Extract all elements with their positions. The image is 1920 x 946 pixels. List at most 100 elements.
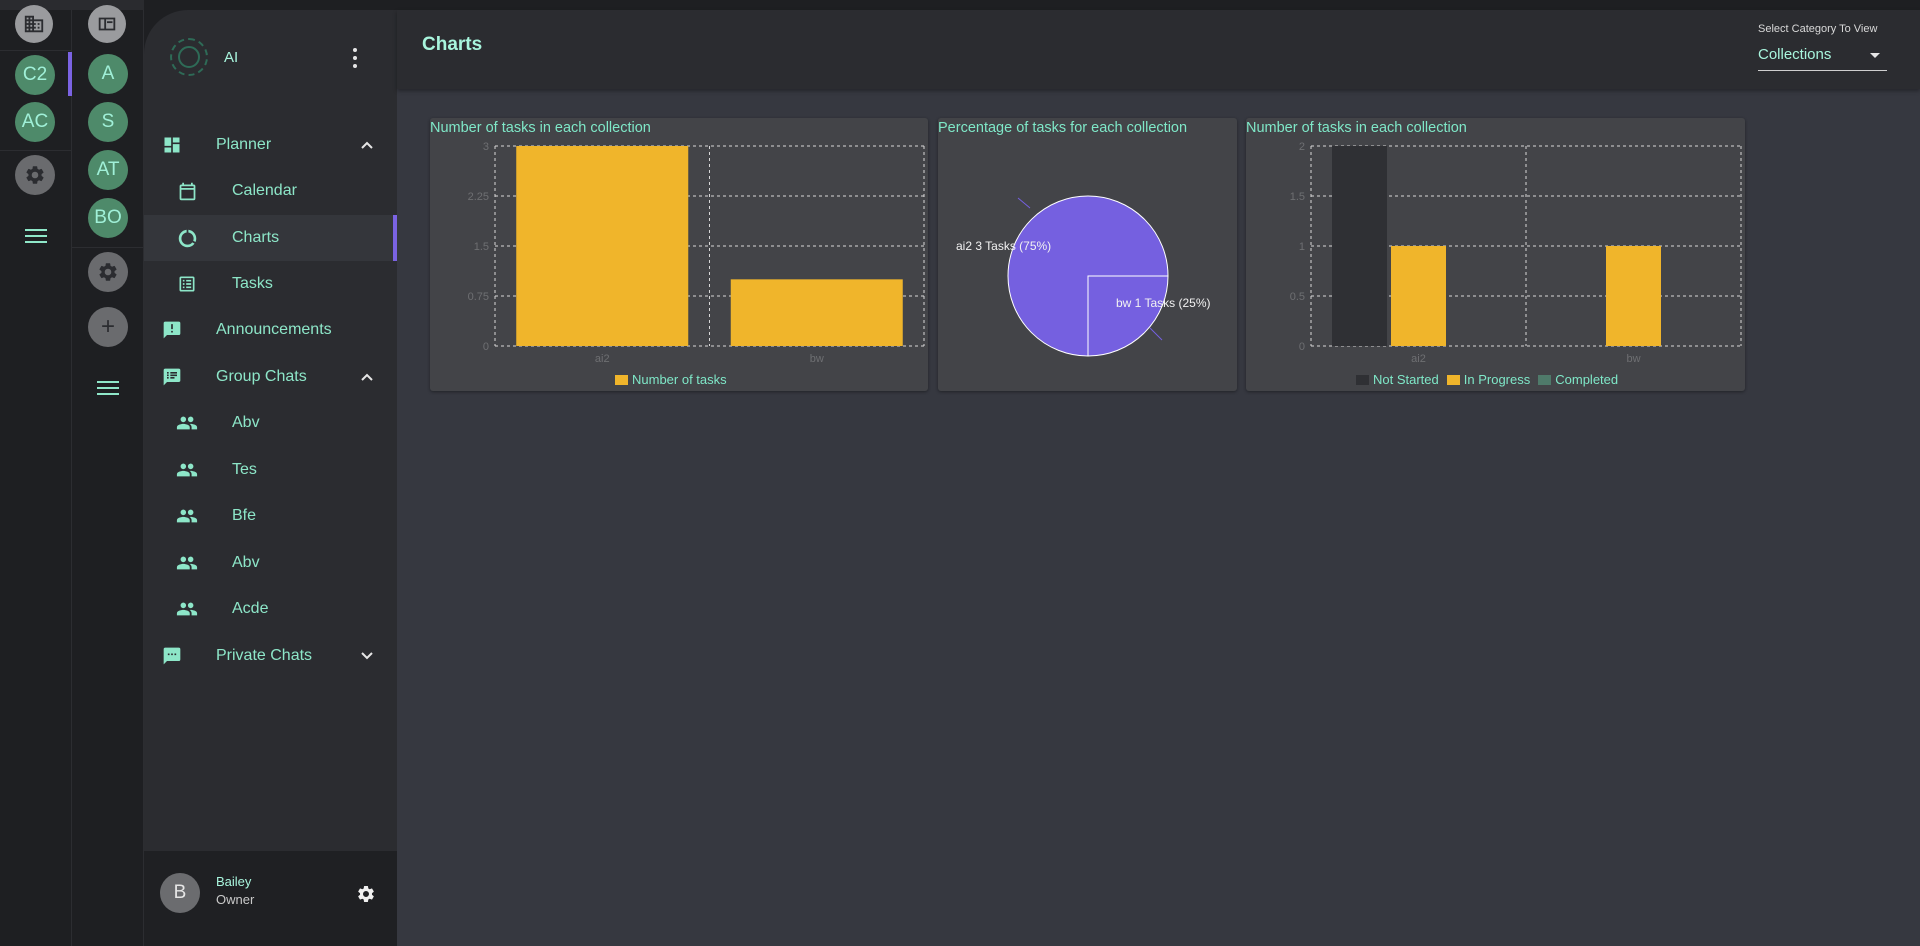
nav-calendar[interactable]: Calendar <box>144 168 397 214</box>
y-tick-label: 1.5 <box>474 241 489 253</box>
user-name: Bailey <box>216 874 252 889</box>
org-avatar-c2[interactable]: C2 <box>15 55 55 95</box>
chart-card-percentage: Percentage of tasks for each collection … <box>938 118 1237 391</box>
legend-label: Number of tasks <box>632 372 727 387</box>
y-tick-label: 0.75 <box>468 291 489 303</box>
nav-group-chats[interactable]: Group Chats <box>144 354 397 400</box>
category-select-label: Select Category To View <box>1758 23 1878 35</box>
group-chat-item[interactable]: Bfe <box>144 493 397 539</box>
nav-label: Charts <box>232 229 280 246</box>
x-tick-label: ai2 <box>595 353 610 365</box>
chart-card-status-per-collection: Number of tasks in each collection 0 0.5 1… <box>1246 118 1745 391</box>
y-tick-label: 0.5 <box>1290 291 1305 303</box>
x-tick-label: bw <box>810 353 824 365</box>
chevron-down-icon[interactable] <box>360 649 374 663</box>
calendar-icon <box>176 180 198 202</box>
bar-not-started-ai2 <box>1332 146 1387 346</box>
group-initials: S <box>101 111 115 132</box>
nav-announcements[interactable]: Announcements <box>144 307 397 353</box>
pie-leader-line <box>1017 197 1031 209</box>
announcement-icon <box>161 319 183 341</box>
org-initials: AC <box>21 111 49 132</box>
nav-label: Group Chats <box>216 368 307 385</box>
group-chat-item[interactable]: Abv <box>144 400 397 446</box>
y-tick-label: 0 <box>1299 341 1305 353</box>
y-tick-label: 1.5 <box>1290 191 1305 203</box>
group-avatar-bo[interactable]: BO <box>88 198 128 238</box>
nav-label: Abv <box>232 554 260 571</box>
forum-icon <box>161 366 183 388</box>
pie-slice-label: bw 1 Tasks (25%) <box>1116 296 1210 310</box>
group-chat-item[interactable]: Acde <box>144 586 397 632</box>
legend-swatch <box>615 374 628 385</box>
bar-in-progress-ai2 <box>1391 246 1446 346</box>
chevron-up-icon[interactable] <box>360 370 374 384</box>
group-chat-item[interactable]: Tes <box>144 447 397 493</box>
nav-private-chats[interactable]: Private Chats <box>144 633 397 679</box>
y-tick-label: 3 <box>483 141 489 153</box>
people-icon <box>176 552 198 574</box>
x-tick-label: bw <box>1626 353 1640 365</box>
plus-icon[interactable]: + <box>88 307 128 347</box>
people-icon <box>176 412 198 434</box>
gear-icon[interactable] <box>88 252 128 292</box>
legend-swatch <box>1538 374 1552 385</box>
chart-legend: Number of tasks <box>607 372 727 387</box>
gear-icon[interactable] <box>356 884 376 904</box>
group-initials: BO <box>94 207 122 228</box>
gear-icon[interactable] <box>15 155 55 195</box>
people-icon <box>176 598 198 620</box>
x-tick-label: ai2 <box>1411 353 1426 365</box>
more-options-icon[interactable] <box>350 48 360 68</box>
org-initials: C2 <box>22 64 48 85</box>
y-tick-label: 2 <box>1299 141 1305 153</box>
nav-label: Bfe <box>232 507 257 524</box>
nav-label: Calendar <box>232 182 297 199</box>
sidebar: AI Planner Calendar Charts Tasks Announc… <box>144 10 397 946</box>
bar-number-of-tasks-ai2 <box>516 146 689 346</box>
user-panel: B Bailey Owner <box>144 851 397 946</box>
pie-slice-bw <box>1087 275 1169 357</box>
nav-label: Private Chats <box>216 647 313 664</box>
sidebar-toggle-icon[interactable] <box>88 5 126 43</box>
menu-icon[interactable] <box>25 229 47 245</box>
avatar[interactable]: B <box>160 873 200 913</box>
category-select[interactable]: Collections <box>1758 43 1887 71</box>
group-initials: A <box>101 63 115 84</box>
group-avatar-s[interactable]: S <box>88 102 128 142</box>
chevron-up-icon[interactable] <box>360 138 374 152</box>
group-rail: A S AT BO + <box>68 0 144 946</box>
legend-label: Not Started <box>1373 372 1439 387</box>
org-avatar-ac[interactable]: AC <box>15 102 55 142</box>
building-icon[interactable] <box>15 5 53 43</box>
chart-card-tasks-per-collection: Number of tasks in each collection 0 0.75… <box>430 118 928 391</box>
nav-label: Tasks <box>232 275 273 292</box>
top-bar: Charts Select Category To View Collectio… <box>397 10 1920 89</box>
group-chat-item[interactable]: Abv <box>144 540 397 586</box>
nav-label: Acde <box>232 600 269 617</box>
workspace-header: AI <box>144 10 397 110</box>
task-list-icon <box>176 273 198 295</box>
bar-chart: 0 0.75 1.5 2.25 3 ai2 bw <box>468 141 925 365</box>
group-initials: AT <box>96 159 120 180</box>
category-select-value: Collections <box>1758 46 1832 63</box>
main-content: Charts Select Category To View Collectio… <box>397 10 1920 946</box>
nav-planner[interactable]: Planner <box>144 122 397 168</box>
dashboard-icon <box>161 134 183 156</box>
donut-chart-icon <box>176 227 198 249</box>
pie-leader-line <box>1149 327 1163 341</box>
menu-icon[interactable] <box>97 381 119 397</box>
workspace-name: AI <box>224 49 239 66</box>
pie-slice-label: ai2 3 Tasks (75%) <box>956 239 1051 253</box>
nav-label: Announcements <box>216 321 332 338</box>
nav-tasks[interactable]: Tasks <box>144 261 397 307</box>
active-group-indicator <box>68 52 72 96</box>
nav-charts[interactable]: Charts <box>144 215 397 261</box>
group-avatar-at[interactable]: AT <box>88 150 128 190</box>
group-avatar-a[interactable]: A <box>88 54 128 94</box>
chart-legend: Not Started In Progress Completed <box>1348 372 1618 387</box>
y-tick-label: 2.25 <box>468 191 489 203</box>
pie-chart: ai2 3 Tasks (75%) bw 1 Tasks (25%) <box>956 195 1210 357</box>
legend-swatch <box>1446 374 1460 385</box>
nav-label: Abv <box>232 414 260 431</box>
